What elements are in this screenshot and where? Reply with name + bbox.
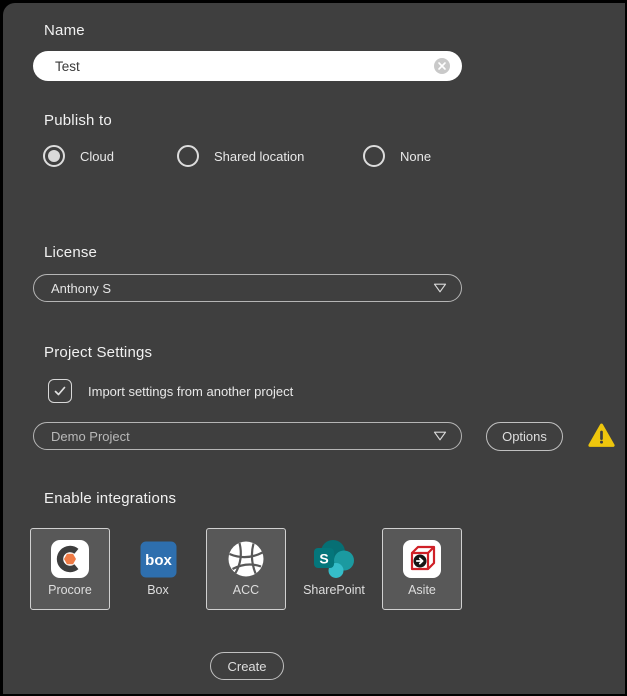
radio-shared-location[interactable]: Shared location (177, 142, 304, 170)
license-label: License (44, 244, 97, 261)
source-project-value: Demo Project (51, 429, 433, 444)
chevron-down-icon (433, 431, 447, 441)
radio-circle-icon (43, 145, 65, 167)
integration-label-sharepoint: SharePoint (303, 583, 365, 597)
integration-label-asite: Asite (408, 583, 436, 597)
publish-radio-group: Cloud Shared location None (33, 142, 462, 170)
box-icon: box (137, 538, 179, 580)
create-project-dialog: Name Publish to Cloud Shared location No… (3, 3, 625, 694)
clear-name-icon[interactable] (434, 58, 450, 74)
project-settings-label: Project Settings (44, 344, 152, 361)
radio-shared-location-label: Shared location (214, 149, 304, 164)
integration-tile-sharepoint[interactable]: S SharePoint (294, 528, 374, 610)
acc-globe-icon (225, 538, 267, 580)
import-settings-checkbox-row: Import settings from another project (48, 379, 293, 403)
integration-label-procore: Procore (48, 583, 92, 597)
publish-to-label: Publish to (44, 112, 112, 129)
name-label: Name (44, 22, 85, 39)
svg-text:box: box (145, 552, 172, 569)
name-input-container (33, 51, 462, 81)
radio-none[interactable]: None (363, 142, 431, 170)
svg-text:S: S (319, 551, 328, 567)
radio-cloud-label: Cloud (80, 149, 114, 164)
asite-icon (401, 538, 443, 580)
chevron-down-icon (433, 283, 447, 293)
license-dropdown-value: Anthony S (51, 281, 433, 296)
sharepoint-icon: S (313, 538, 355, 580)
integration-label-acc: ACC (233, 583, 259, 597)
checkmark-icon (53, 384, 67, 398)
integration-tile-asite[interactable]: Asite (382, 528, 462, 610)
radio-circle-icon (363, 145, 385, 167)
integration-tile-procore[interactable]: Procore (30, 528, 110, 610)
radio-cloud[interactable]: Cloud (43, 142, 114, 170)
import-settings-label: Import settings from another project (88, 384, 293, 399)
integrations-row: Procore box Box ACC (30, 528, 465, 612)
procore-icon (49, 538, 91, 580)
radio-circle-icon (177, 145, 199, 167)
name-input[interactable] (55, 59, 434, 74)
options-button[interactable]: Options (486, 422, 563, 451)
integration-tile-acc[interactable]: ACC (206, 528, 286, 610)
source-project-dropdown[interactable]: Demo Project (33, 422, 462, 450)
radio-none-label: None (400, 149, 431, 164)
integration-label-box: Box (147, 583, 169, 597)
warning-icon (588, 423, 615, 448)
license-dropdown[interactable]: Anthony S (33, 274, 462, 302)
import-settings-checkbox[interactable] (48, 379, 72, 403)
enable-integrations-label: Enable integrations (44, 490, 176, 507)
integration-tile-box[interactable]: box Box (118, 528, 198, 610)
create-button[interactable]: Create (210, 652, 284, 680)
